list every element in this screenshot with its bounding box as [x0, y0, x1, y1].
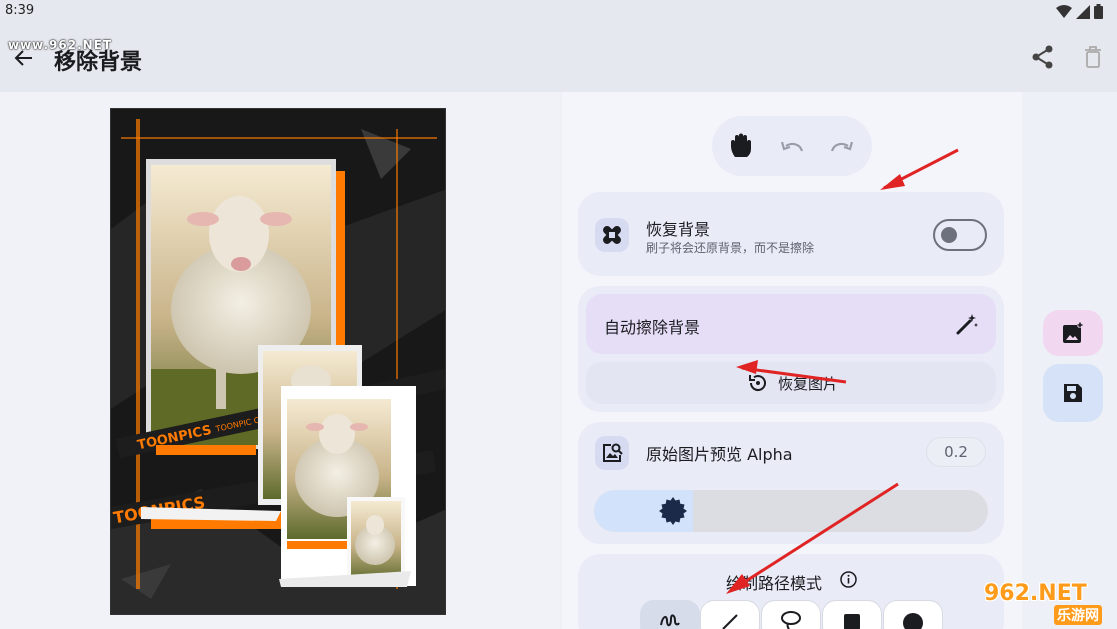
sheep-collage-image: TOONPICS TOONPIC CAMERA TOONPICS — [111, 109, 445, 614]
add-image-button[interactable] — [1043, 310, 1103, 356]
line-icon — [722, 614, 738, 629]
auto-erase-button[interactable]: 自动擦除背景 — [586, 294, 996, 354]
undo-button[interactable] — [776, 130, 808, 162]
share-icon — [1032, 45, 1053, 69]
draw-mode-rect[interactable] — [822, 600, 882, 629]
editing-image[interactable]: TOONPICS TOONPIC CAMERA TOONPICS — [110, 108, 446, 615]
add-photo-icon — [1063, 322, 1083, 343]
battery-icon — [1094, 4, 1103, 19]
auto-erase-label: 自动擦除背景 — [604, 318, 701, 337]
alpha-slider[interactable] — [594, 490, 988, 532]
alpha-preview-title: 原始图片预览 Alpha — [646, 445, 793, 464]
restore-icon — [749, 375, 766, 392]
save-button[interactable] — [1043, 364, 1103, 422]
save-icon — [1064, 384, 1082, 402]
draw-mode-line[interactable] — [700, 600, 760, 629]
restore-image-button[interactable]: 恢复图片 — [586, 362, 996, 404]
restore-background-title: 恢复背景 — [646, 220, 711, 239]
freehand-path-icon — [660, 614, 680, 627]
pan-button[interactable] — [725, 130, 757, 162]
hand-icon — [731, 133, 751, 157]
redo-button[interactable] — [826, 130, 858, 162]
delete-button[interactable] — [1082, 44, 1106, 70]
restore-image-label: 恢复图片 — [778, 375, 839, 393]
redo-icon — [830, 141, 854, 152]
rectangle-icon — [844, 614, 860, 629]
delete-icon — [1085, 46, 1101, 68]
lasso-icon — [781, 611, 801, 629]
alpha-value-chip[interactable]: 0.2 — [926, 437, 986, 467]
watermark-sub: 乐游网 — [1054, 605, 1102, 625]
top-app-bar: www.962.NET 移除背景 — [0, 24, 1117, 92]
image-search-icon — [603, 443, 623, 462]
magic-wand-icon — [956, 314, 978, 335]
circle-icon — [903, 613, 923, 629]
undo-icon — [780, 141, 804, 152]
bandage-icon — [603, 226, 621, 244]
draw-mode-lasso[interactable] — [761, 600, 821, 629]
info-icon[interactable] — [840, 571, 857, 588]
draw-mode-freehand[interactable] — [640, 600, 700, 629]
restore-background-icon-box — [595, 218, 629, 252]
tool-bar — [712, 116, 872, 176]
share-button[interactable] — [1030, 44, 1056, 70]
page-title: 移除背景 — [54, 50, 143, 75]
status-time: 8:39 — [5, 3, 35, 18]
status-bar: 8:39 — [0, 0, 1117, 24]
restore-background-subtitle: 刷子将会还原背景，而不是擦除 — [646, 241, 815, 255]
watermark-number: 962.NET — [984, 581, 1087, 606]
draw-mode-title: 绘制路径模式 — [726, 574, 823, 593]
wifi-icon — [1056, 4, 1072, 18]
alpha-slider-thumb[interactable] — [659, 497, 687, 525]
restore-background-toggle[interactable] — [933, 219, 987, 251]
status-icons — [1056, 4, 1103, 19]
signal-icon — [1076, 4, 1090, 19]
alpha-preview-icon-box — [595, 436, 629, 470]
toggle-knob — [941, 227, 957, 243]
draw-mode-oval[interactable] — [883, 600, 943, 629]
